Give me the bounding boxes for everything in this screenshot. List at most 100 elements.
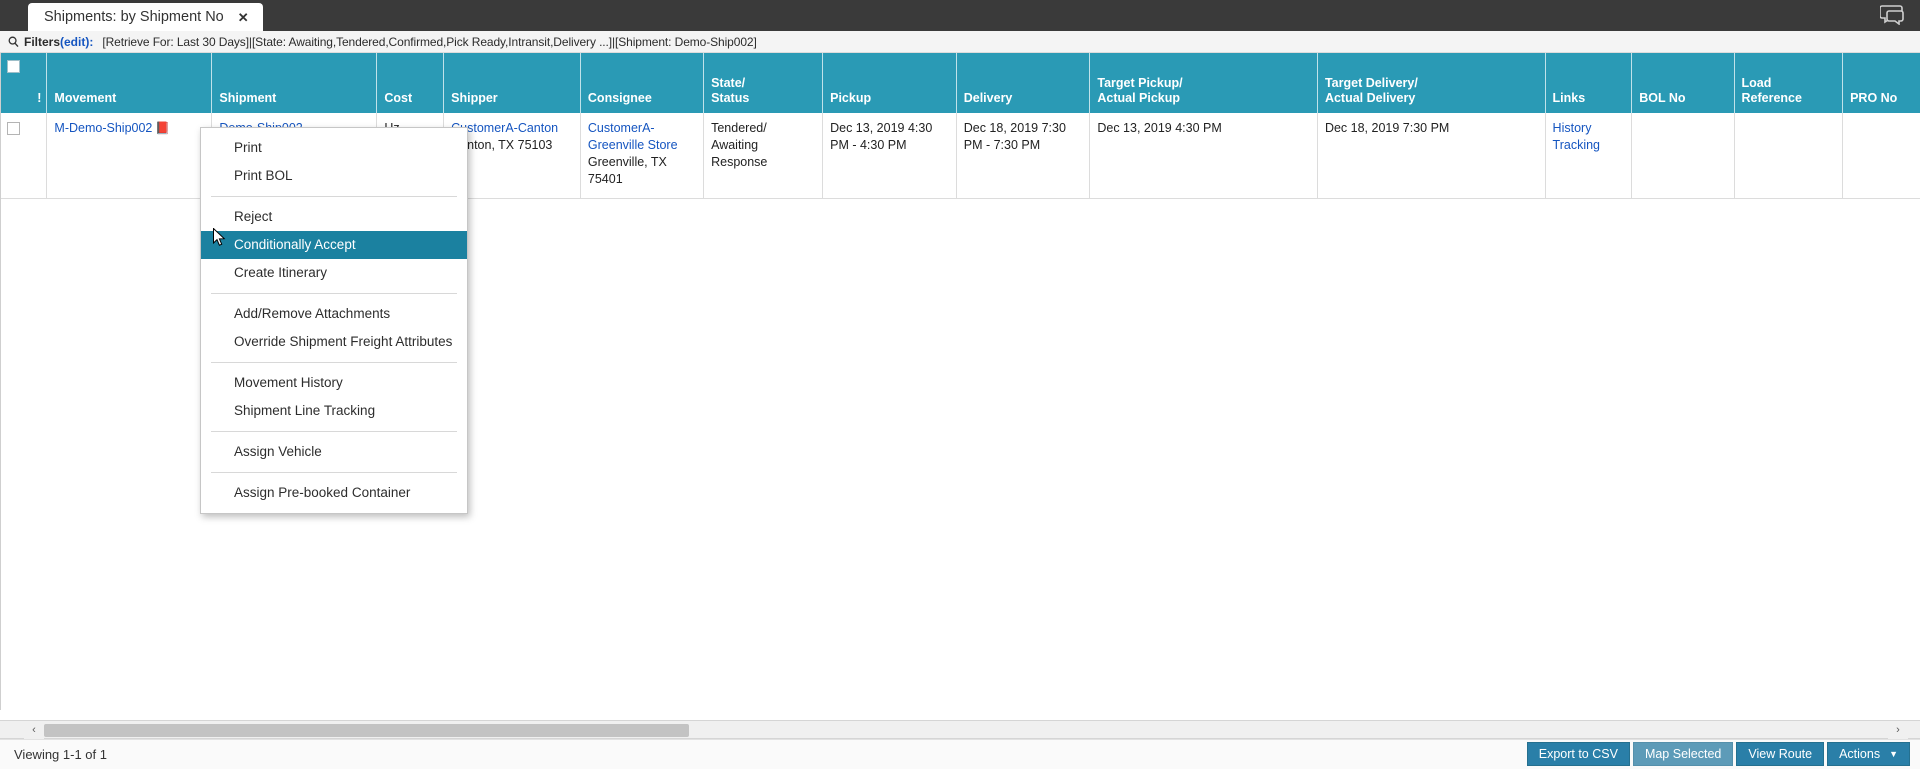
column-header-alert[interactable]: ! <box>30 76 48 113</box>
header-spacer-pickup <box>822 53 957 76</box>
header-spacer-state <box>703 53 824 76</box>
menu-item-override-shipment-freight-attributes[interactable]: Override Shipment Freight Attributes <box>201 328 467 356</box>
cell-bol-no <box>1631 113 1735 199</box>
cell-alert <box>30 113 48 199</box>
menu-separator <box>211 293 457 294</box>
movement-link[interactable]: M-Demo-Ship002 <box>54 121 152 135</box>
status-bar: Viewing 1-1 of 1 Export to CSV Map Selec… <box>0 739 1920 769</box>
scroll-right-arrow-icon[interactable]: › <box>1888 721 1908 739</box>
view-route-button[interactable]: View Route <box>1736 742 1825 766</box>
menu-separator <box>211 362 457 363</box>
horizontal-scrollbar[interactable]: ‹ › <box>0 720 1920 739</box>
export-to-csv-button[interactable]: Export to CSV <box>1526 742 1630 766</box>
cell-target-delivery: Dec 18, 2019 7:30 PM <box>1317 113 1546 199</box>
chat-bubble-icon[interactable] <box>1879 5 1906 26</box>
filters-bar: Filters (edit): [Retrieve For: Last 30 D… <box>0 31 1920 53</box>
filters-edit-link[interactable]: (edit): <box>60 35 93 49</box>
scrollbar-thumb[interactable] <box>44 724 689 737</box>
cell-pickup: Dec 13, 2019 4:30 PM - 4:30 PM <box>822 113 957 199</box>
column-header-pickup[interactable]: Pickup <box>822 76 957 113</box>
column-header-load-reference-line1: Load <box>1741 76 1772 90</box>
column-header-links[interactable]: Links <box>1545 76 1633 113</box>
actions-button[interactable]: Actions ▼ <box>1827 742 1910 766</box>
menu-item-print[interactable]: Print <box>201 134 467 162</box>
menu-item-print-bol[interactable]: Print BOL <box>201 162 467 190</box>
tab-shipments-by-shipment-no[interactable]: Shipments: by Shipment No ✕ <box>28 3 263 31</box>
column-header-state[interactable]: State/ Status <box>703 76 824 113</box>
history-link[interactable]: History <box>1553 121 1592 135</box>
cell-movement: M-Demo-Ship002 📕 <box>46 113 213 199</box>
filters-value: [Retrieve For: Last 30 Days]|[State: Awa… <box>102 34 757 49</box>
column-header-target-delivery-line1: Target Delivery/ <box>1324 76 1418 90</box>
header-spacer-pro <box>1842 53 1920 76</box>
scroll-left-arrow-icon[interactable]: ‹ <box>24 721 44 739</box>
column-header-consignee[interactable]: Consignee <box>580 76 705 113</box>
menu-item-add-remove-attachments[interactable]: Add/Remove Attachments <box>201 300 467 328</box>
menu-separator <box>211 472 457 473</box>
tracking-link[interactable]: Tracking <box>1553 138 1600 152</box>
delivery-line2: PM - 7:30 PM <box>963 138 1041 152</box>
column-header-pro-no[interactable]: PRO No <box>1842 76 1920 113</box>
menu-item-shipment-line-tracking[interactable]: Shipment Line Tracking <box>201 397 467 425</box>
menu-item-movement-history[interactable]: Movement History <box>201 369 467 397</box>
consignee-link-line1[interactable]: CustomerA- <box>588 121 655 135</box>
column-header-load-reference[interactable]: Load Reference <box>1734 76 1844 113</box>
cell-links: History Tracking <box>1545 113 1633 199</box>
menu-item-assign-pre-booked-container[interactable]: Assign Pre-booked Container <box>201 479 467 507</box>
state-line2: Awaiting <box>711 138 759 152</box>
header-spacer-target-pickup <box>1089 53 1318 76</box>
column-header-bol-no[interactable]: BOL No <box>1631 76 1735 113</box>
column-header-shipment[interactable]: Shipment <box>211 76 378 113</box>
table-header-row: ! Movement Shipment Cost Shipper Consign… <box>1 76 1920 113</box>
application-window: Shipments: by Shipment No ✕ Filters (edi… <box>0 0 1920 769</box>
column-header-target-pickup-line1: Target Pickup/ <box>1097 76 1183 90</box>
state-line3: Response <box>711 155 768 169</box>
menu-item-reject[interactable]: Reject <box>201 203 467 231</box>
menu-separator <box>211 196 457 197</box>
context-menu: Print Print BOL Reject Conditionally Acc… <box>200 127 468 514</box>
consignee-link-line2[interactable]: Greenville Store <box>588 138 678 152</box>
cell-delivery: Dec 18, 2019 7:30 PM - 7:30 PM <box>956 113 1091 199</box>
menu-item-create-itinerary[interactable]: Create Itinerary <box>201 259 467 287</box>
column-header-shipper[interactable]: Shipper <box>443 76 581 113</box>
scrollbar-track[interactable] <box>44 724 1888 737</box>
column-header-target-delivery[interactable]: Target Delivery/ Actual Delivery <box>1317 76 1546 113</box>
select-all-cell <box>1 53 31 76</box>
menu-separator <box>211 431 457 432</box>
cell-consignee: CustomerA- Greenville Store Greenville, … <box>580 113 705 199</box>
header-spacer-bol <box>1631 53 1735 76</box>
cell-pro-no <box>1842 113 1920 199</box>
state-line1: Tendered/ <box>711 121 767 135</box>
close-icon[interactable]: ✕ <box>238 11 249 24</box>
chevron-down-icon: ▼ <box>1889 749 1898 759</box>
table-header-top <box>1 53 1920 76</box>
filters-label: Filters <box>24 34 61 49</box>
column-header-movement[interactable]: Movement <box>46 76 213 113</box>
column-header-target-pickup-line2: Actual Pickup <box>1097 91 1181 105</box>
column-header-select <box>1 76 31 113</box>
header-spacer-delivery <box>956 53 1091 76</box>
header-spacer-movement <box>46 53 213 76</box>
column-header-target-delivery-line2: Actual Delivery <box>1324 91 1416 105</box>
row-checkbox[interactable] <box>7 122 20 135</box>
column-header-cost[interactable]: Cost <box>376 76 445 113</box>
column-header-load-reference-line2: Reference <box>1741 91 1802 105</box>
menu-item-conditionally-accept[interactable]: Conditionally Accept <box>201 231 467 259</box>
column-header-state-line1: State/ <box>711 76 746 90</box>
cell-load-reference <box>1734 113 1844 199</box>
row-select-cell <box>1 113 31 199</box>
map-selected-button[interactable]: Map Selected <box>1632 742 1734 766</box>
tab-label: Shipments: by Shipment No <box>44 9 224 25</box>
menu-item-assign-vehicle[interactable]: Assign Vehicle <box>201 438 467 466</box>
cell-target-pickup: Dec 13, 2019 4:30 PM <box>1089 113 1318 199</box>
column-header-state-line2: Status <box>711 91 750 105</box>
column-header-target-pickup[interactable]: Target Pickup/ Actual Pickup <box>1089 76 1318 113</box>
header-spacer-shipper <box>443 53 581 76</box>
column-header-delivery[interactable]: Delivery <box>956 76 1091 113</box>
header-spacer-shipment <box>211 53 378 76</box>
header-spacer-links <box>1545 53 1633 76</box>
header-spacer-loadref <box>1734 53 1844 76</box>
select-all-checkbox[interactable] <box>7 60 20 73</box>
actions-button-label: Actions <box>1839 747 1881 761</box>
header-spacer-alert <box>30 53 48 76</box>
